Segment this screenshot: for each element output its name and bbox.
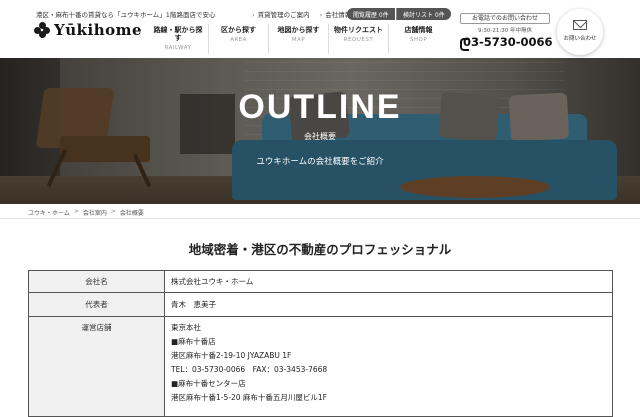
- divider: [0, 218, 640, 219]
- page-heading: 地域密着・港区の不動産のプロフェッショナル: [188, 242, 452, 257]
- site-header: 港区・麻布十番の賃貸なら「ユウキホーム」1階路面店で安心 Yūkihome 賃貸…: [0, 0, 640, 58]
- clover-logo-icon: [34, 22, 50, 38]
- store-line: TEL：03-5730-0066 FAX：03-3453-7668: [171, 365, 328, 374]
- hero-subtitle: 会社概要: [304, 132, 336, 141]
- store-line: ■麻布十番店: [171, 337, 216, 346]
- nav-sub-label: MAP: [291, 37, 306, 43]
- table-value: 株式会社ユウキ・ホーム: [164, 270, 613, 293]
- nav-area[interactable]: 区から探す AREA: [208, 24, 268, 54]
- phone-number: 03-5730-0066: [463, 35, 553, 49]
- phone-inquiry-label: お電話でのお問い合わせ: [460, 13, 550, 24]
- logo-text: Yūkihome: [54, 21, 143, 39]
- contact-button[interactable]: お問い合わせ: [557, 9, 603, 55]
- store-line: 港区麻布十番1-5-20 麻布十番五月川屋ビル1F: [171, 393, 327, 402]
- mail-icon: [573, 20, 587, 30]
- store-line: 港区麻布十番2-19-10 JYAZABU 1F: [171, 351, 292, 360]
- main-nav: 路線・駅から探す RAILWAY 区から探す AREA 地図から探す MAP 物…: [148, 24, 448, 54]
- nav-sub-label: REQUEST: [343, 37, 374, 43]
- breadcrumb-current: 会社概要: [119, 210, 144, 217]
- consideration-list-button[interactable]: 検討リスト 0件: [396, 8, 451, 20]
- table-row: 代表者 青木 恵美子: [28, 292, 613, 317]
- table-key: 代表者: [28, 292, 165, 317]
- company-info-table: 会社名 株式会社ユウキ・ホーム 代表者 青木 恵美子 運営店舗 東京本社 ■麻布…: [28, 270, 613, 417]
- breadcrumb: ユウキ・ホーム > 会社案内 > 会社概要: [28, 208, 144, 217]
- breadcrumb-separator: >: [73, 208, 79, 215]
- nav-label: 物件リクエスト: [334, 26, 383, 34]
- nav-sub-label: RAILWAY: [164, 45, 192, 51]
- nav-map[interactable]: 地図から探す MAP: [268, 24, 328, 54]
- nav-request[interactable]: 物件リクエスト REQUEST: [328, 24, 388, 54]
- hero-description: ユウキホームの会社概要をご紹介: [256, 157, 384, 167]
- nav-railway[interactable]: 路線・駅から探す RAILWAY: [148, 24, 208, 54]
- hero-banner: OUTLINE 会社概要 ユウキホームの会社概要をご紹介: [0, 58, 640, 204]
- breadcrumb-home[interactable]: ユウキ・ホーム: [28, 208, 70, 217]
- site-logo[interactable]: Yūkihome: [34, 20, 142, 40]
- management-guide-link[interactable]: 賃貸管理のご案内: [252, 9, 310, 19]
- nav-sub-label: SHOP: [409, 37, 428, 43]
- browsing-history-button[interactable]: 閲覧履歴 0件: [347, 8, 395, 20]
- nav-shop[interactable]: 店舗情報 SHOP: [388, 24, 448, 54]
- breadcrumb-separator: >: [110, 208, 116, 215]
- hero-title: OUTLINE: [238, 88, 402, 126]
- breadcrumb-company[interactable]: 会社案内: [83, 208, 107, 217]
- nav-label: 店舗情報: [404, 26, 433, 34]
- store-line: ■麻布十番センター店: [171, 379, 246, 388]
- nav-sub-label: AREA: [230, 37, 247, 43]
- top-links: 賃貸管理のご案内 会社情報: [252, 9, 352, 19]
- table-value: 東京本社 ■麻布十番店 港区麻布十番2-19-10 JYAZABU 1F TEL…: [164, 316, 613, 417]
- nav-label: 地図から探す: [277, 26, 320, 34]
- table-key: 会社名: [28, 270, 165, 293]
- business-hours: 9:30-21:30 年中無休: [478, 28, 532, 34]
- store-line: 東京本社: [171, 323, 201, 332]
- phone-contact: お電話でのお問い合わせ 9:30-21:30 年中無休 03-5730-0066: [460, 13, 553, 51]
- phone-number-link[interactable]: 03-5730-0066: [460, 35, 553, 51]
- table-row: 会社名 株式会社ユウキ・ホーム: [28, 270, 613, 293]
- nav-label: 路線・駅から探す: [153, 26, 203, 42]
- nav-label: 区から探す: [221, 26, 256, 34]
- table-row: 運営店舗 東京本社 ■麻布十番店 港区麻布十番2-19-10 JYAZABU 1…: [28, 316, 613, 417]
- table-key: 運営店舗: [28, 316, 165, 417]
- contact-label: お問い合わせ: [563, 36, 597, 42]
- table-value: 青木 恵美子: [164, 292, 613, 317]
- tagline: 港区・麻布十番の賃貸なら「ユウキホーム」1階路面店で安心: [36, 11, 216, 19]
